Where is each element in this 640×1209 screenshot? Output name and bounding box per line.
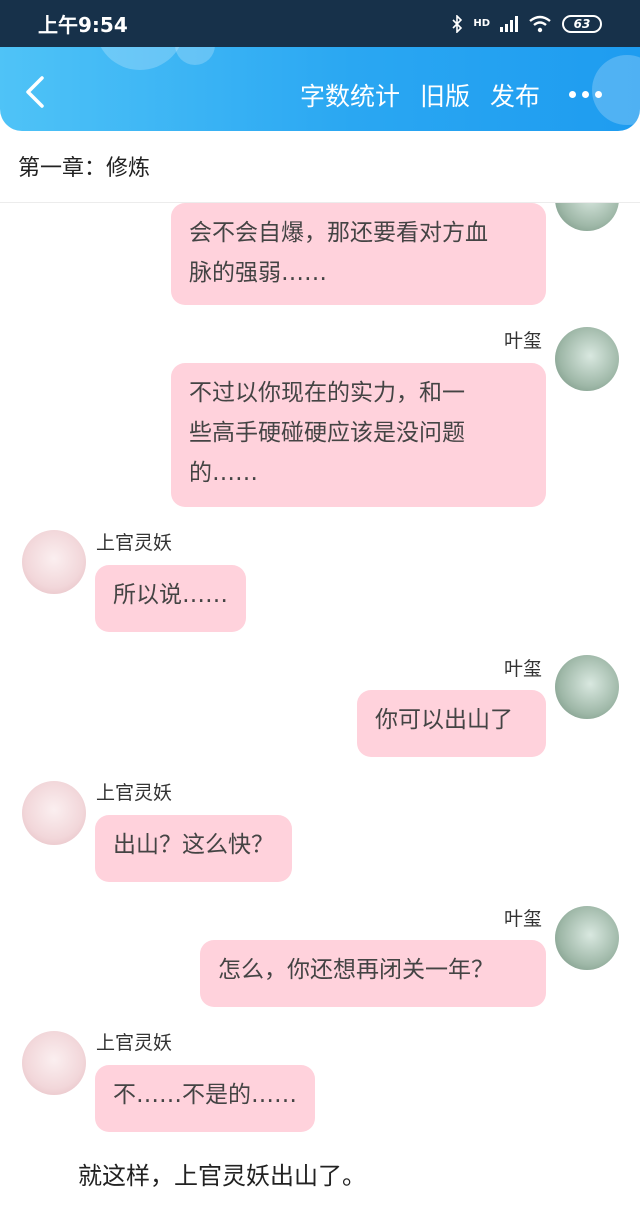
message-bubble: 出山？这么快？: [95, 815, 292, 882]
message-list: 会不会自爆，那还要看对方血 脉的强弱…… 叶玺 不过以你现在的实力，和一 些高手…: [0, 203, 640, 1209]
avatar[interactable]: [555, 906, 619, 970]
message-line: 你可以出山了: [375, 707, 513, 733]
narration-text: 就这样，上官灵妖出山了。: [78, 1162, 366, 1190]
avatar[interactable]: [22, 781, 86, 845]
message-line: 些高手硬碰硬应该是没问题: [189, 420, 465, 446]
message-line: 所以说……: [113, 582, 228, 608]
message-bubble: 怎么，你还想再闭关一年？: [200, 940, 546, 1007]
sender-name: 上官灵妖: [96, 532, 173, 554]
chapter-title: 第一章：修炼: [18, 156, 151, 181]
sender-name: 叶玺: [504, 908, 543, 930]
message-line: 脉的强弱……: [189, 260, 327, 286]
message-bubble: 不……不是的……: [95, 1065, 315, 1132]
message-bubble: 会不会自爆，那还要看对方血 脉的强弱……: [171, 203, 546, 305]
old-version-button[interactable]: 旧版: [420, 77, 470, 113]
wifi-icon: [529, 15, 551, 32]
back-icon[interactable]: [20, 75, 50, 109]
battery-indicator: 63: [562, 14, 602, 33]
avatar[interactable]: [555, 327, 619, 391]
appbar-actions: 字数统计 旧版 发布: [300, 77, 540, 113]
avatar[interactable]: [22, 1031, 86, 1095]
status-bar: 上午9:54 HD 63: [0, 0, 640, 47]
network-type: HD: [473, 18, 490, 29]
status-icons: HD 63: [451, 14, 602, 33]
avatar[interactable]: [22, 530, 86, 594]
message-line: 会不会自爆，那还要看对方血: [189, 220, 488, 246]
message-line: 的……: [189, 460, 258, 486]
message-bubble: 你可以出山了: [357, 690, 546, 757]
message-line: 不过以你现在的实力，和一: [189, 380, 465, 406]
message-bubble: 所以说……: [95, 565, 246, 632]
sender-name: 上官灵妖: [96, 1032, 173, 1054]
message-bubble: 不过以你现在的实力，和一 些高手硬碰硬应该是没问题 的……: [171, 363, 546, 507]
app-bar: 字数统计 旧版 发布: [0, 47, 640, 131]
avatar[interactable]: [555, 203, 619, 231]
publish-button[interactable]: 发布: [490, 77, 540, 113]
signal-icon: [500, 15, 518, 32]
message-line: 出山？这么快？: [113, 832, 274, 858]
sender-name: 叶玺: [504, 330, 543, 352]
message-line: 怎么，你还想再闭关一年？: [218, 957, 494, 983]
more-icon[interactable]: [569, 91, 602, 98]
sender-name: 上官灵妖: [96, 782, 173, 804]
bluetooth-icon: [452, 14, 463, 33]
sender-name: 叶玺: [504, 658, 543, 680]
message-line: 不……不是的……: [113, 1082, 297, 1108]
header: 上午9:54 HD 63 字数统计 旧版 发布: [0, 0, 640, 131]
avatar[interactable]: [555, 655, 619, 719]
word-count-button[interactable]: 字数统计: [300, 77, 400, 113]
status-time: 上午9:54: [38, 13, 128, 37]
